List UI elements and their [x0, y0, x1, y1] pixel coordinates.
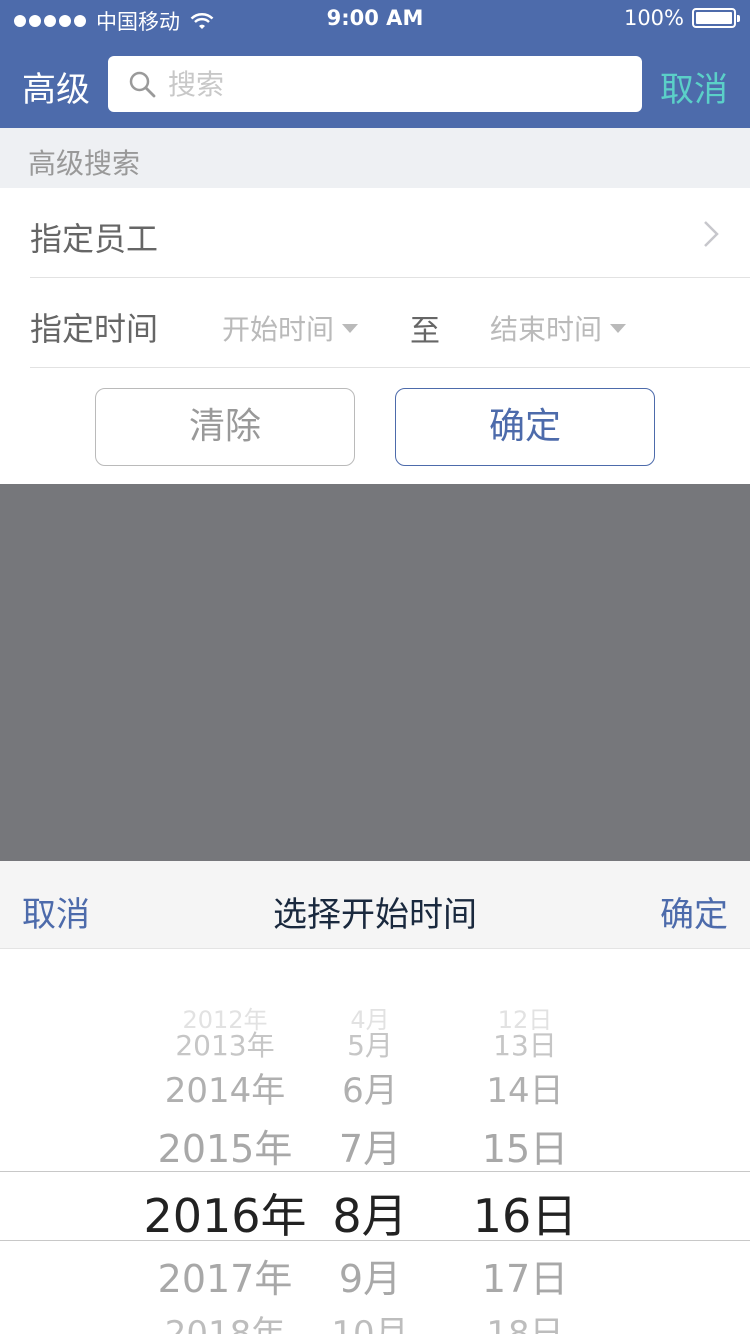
- section-title: 高级搜索: [28, 147, 141, 180]
- battery-percent: 100%: [623, 6, 684, 30]
- month-wheel[interactable]: 4月 5月 6月 7月 8月 9月 10月: [320, 950, 420, 1334]
- time-row: 指定时间 开始时间 至 结束时间: [0, 278, 750, 368]
- end-time-label: 结束时间: [490, 313, 603, 346]
- time-label: 指定时间: [30, 310, 159, 348]
- search-bar[interactable]: [108, 56, 642, 112]
- employee-row[interactable]: 指定员工: [0, 188, 750, 278]
- employee-label: 指定员工: [30, 220, 159, 258]
- year-wheel[interactable]: 2012年 2013年 2014年 2015年 2016年 2017年 2018…: [140, 950, 310, 1334]
- nav-title: 高级: [22, 70, 90, 110]
- modal-overlay[interactable]: [0, 484, 750, 861]
- picker-title: 选择开始时间: [273, 895, 477, 935]
- picker-item[interactable]: 2014年: [140, 1063, 310, 1112]
- picker-item[interactable]: 17日: [460, 1248, 590, 1303]
- confirm-button[interactable]: 确定: [395, 388, 655, 466]
- picker-item-selected[interactable]: 2016年: [140, 1180, 310, 1246]
- search-icon: [129, 71, 156, 98]
- picker-item[interactable]: 14日: [460, 1063, 590, 1112]
- picker-item[interactable]: 9月: [320, 1248, 420, 1303]
- chevron-right-icon: [704, 221, 719, 247]
- picker-item[interactable]: 18日: [460, 1306, 590, 1334]
- row-divider: [30, 367, 750, 368]
- picker-item[interactable]: 10月: [320, 1306, 420, 1334]
- caret-down-icon: [342, 323, 359, 333]
- picker-item[interactable]: 2015年: [140, 1118, 310, 1173]
- range-separator: 至: [410, 314, 440, 349]
- clear-button[interactable]: 清除: [95, 388, 355, 466]
- end-time-dropdown[interactable]: 结束时间: [490, 308, 627, 348]
- picker-item[interactable]: 6月: [320, 1063, 420, 1112]
- picker-item[interactable]: 2017年: [140, 1248, 310, 1303]
- picker-item[interactable]: 13日: [460, 1024, 590, 1064]
- date-picker: 2012年 2013年 2014年 2015年 2016年 2017年 2018…: [0, 950, 750, 1334]
- section-header: 高级搜索: [0, 128, 750, 188]
- picker-item[interactable]: 15日: [460, 1118, 590, 1173]
- picker-item[interactable]: 5月: [320, 1024, 420, 1064]
- picker-item[interactable]: 7月: [320, 1118, 420, 1173]
- start-time-label: 开始时间: [222, 313, 335, 346]
- picker-item-selected[interactable]: 16日: [460, 1180, 590, 1246]
- picker-item[interactable]: 2018年: [140, 1306, 310, 1334]
- nav-cancel-button[interactable]: 取消: [660, 62, 728, 111]
- status-bar: 中国移动 9:00 AM 100%: [0, 0, 750, 40]
- top-header: 中国移动 9:00 AM 100% 高级 取消: [0, 0, 750, 128]
- picker-confirm-button[interactable]: 确定: [660, 887, 728, 936]
- picker-item[interactable]: 2013年: [140, 1024, 310, 1064]
- start-time-dropdown[interactable]: 开始时间: [222, 308, 359, 348]
- day-wheel[interactable]: 12日 13日 14日 15日 16日 17日 18日: [460, 950, 590, 1334]
- caret-down-icon: [610, 323, 627, 333]
- picker-item-selected[interactable]: 8月: [320, 1180, 420, 1246]
- battery-icon: [692, 8, 740, 28]
- picker-toolbar: 取消 选择开始时间 确定: [0, 861, 750, 949]
- search-input[interactable]: [168, 67, 608, 101]
